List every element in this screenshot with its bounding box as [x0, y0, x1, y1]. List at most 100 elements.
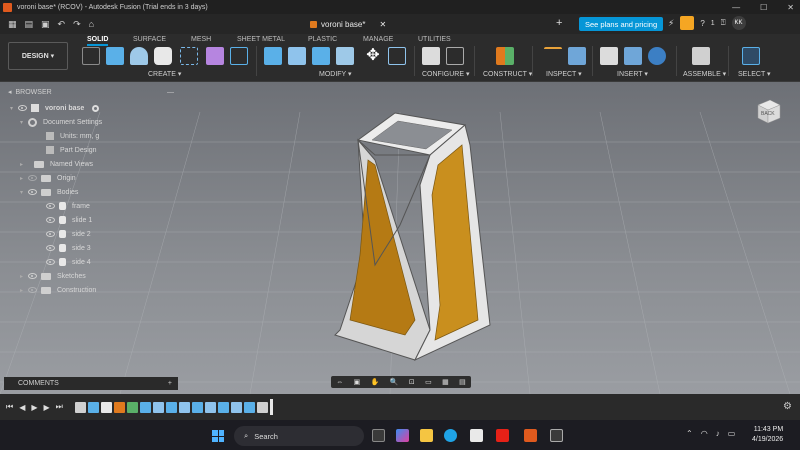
inspect-menu[interactable]: INSPECT ▾ — [546, 70, 582, 78]
configure-icon[interactable] — [422, 47, 440, 65]
close-button[interactable]: ✕ — [787, 3, 794, 12]
tree-item-root[interactable]: ▾ voroni base — [10, 102, 100, 114]
tab-plastic[interactable]: PLASTIC — [308, 36, 337, 43]
offset-plane-icon[interactable] — [496, 47, 514, 65]
tree-item-bodies[interactable]: ▾ Bodies — [20, 186, 78, 198]
timeline-feature-icon[interactable] — [191, 401, 203, 413]
revolve-icon[interactable] — [130, 47, 148, 65]
tree-item-construction[interactable]: ▸ Construction — [20, 284, 96, 296]
timeline-feature-icon[interactable] — [256, 401, 268, 413]
help-icon[interactable]: ? — [700, 19, 704, 28]
timeline-feature-icon[interactable] — [87, 401, 99, 413]
timeline-feature-icon[interactable] — [230, 401, 242, 413]
undo-icon[interactable]: ↶ — [58, 19, 66, 30]
taskbar-clock[interactable]: 11:43 PM 4/19/2026 — [752, 425, 783, 445]
insert-mcmaster-icon[interactable] — [648, 47, 666, 65]
minimize-button[interactable]: — — [732, 3, 740, 12]
timeline-marker[interactable] — [269, 399, 273, 415]
visibility-eye-icon[interactable] — [18, 105, 27, 111]
configure-menu[interactable]: CONFIGURE ▾ — [422, 70, 469, 78]
timeline-feature-icon[interactable] — [113, 401, 125, 413]
timeline-feature-icon[interactable] — [217, 401, 229, 413]
viewports-icon[interactable]: ▤ — [459, 378, 466, 386]
play-icon[interactable]: ▶ — [31, 403, 37, 412]
tab-surface[interactable]: SURFACE — [133, 36, 166, 43]
timeline-feature-icon[interactable] — [126, 401, 138, 413]
new-tab-button[interactable]: + — [556, 17, 562, 29]
browser-pin-icon[interactable]: — — [167, 89, 174, 96]
maximize-button[interactable]: ☐ — [760, 3, 767, 12]
close-tab-icon[interactable]: ✕ — [379, 20, 386, 29]
tab-solid[interactable]: SOLID — [87, 36, 109, 46]
expand-arrow-icon[interactable]: ▸ — [20, 161, 28, 168]
timeline-settings-icon[interactable]: ⚙ — [783, 401, 792, 412]
fit-icon[interactable]: ⊡ — [409, 378, 415, 386]
configure-table-icon[interactable] — [446, 47, 464, 65]
timeline-feature-icon[interactable] — [152, 401, 164, 413]
timeline-feature-icon[interactable] — [165, 401, 177, 413]
box-icon[interactable] — [154, 47, 172, 65]
timeline-feature-icon[interactable] — [139, 401, 151, 413]
job-status-icon[interactable] — [680, 16, 695, 30]
activate-radio-icon[interactable] — [92, 104, 100, 112]
insert-menu[interactable]: INSERT ▾ — [617, 70, 648, 78]
orbit-constrained-icon[interactable]: ⇔ — [336, 379, 343, 386]
fillet-icon[interactable] — [288, 47, 306, 65]
tree-item-named-views[interactable]: ▸ Named Views — [20, 158, 93, 170]
select-icon[interactable] — [742, 47, 760, 65]
look-at-icon[interactable]: ▣ — [354, 378, 361, 386]
construct-menu[interactable]: CONSTRUCT ▾ — [483, 70, 532, 78]
browser-collapse-icon[interactable]: ◂ — [8, 88, 12, 96]
collapse-arrow-icon[interactable]: ▾ — [20, 119, 28, 126]
user-avatar[interactable]: KK — [731, 16, 746, 30]
comments-panel[interactable]: COMMENTS + — [4, 377, 178, 390]
workspace-switcher-button[interactable]: DESIGN ▾ — [8, 42, 68, 70]
add-comment-icon[interactable]: + — [168, 380, 172, 387]
copilot-icon[interactable] — [396, 429, 409, 442]
tree-item-document-settings[interactable]: ▾ Document Settings — [20, 116, 102, 128]
timeline-feature-icon[interactable] — [74, 401, 86, 413]
visibility-eye-icon[interactable] — [28, 189, 37, 195]
expand-arrow-icon[interactable]: ▸ — [20, 273, 28, 280]
fusion-taskbar-icon[interactable] — [524, 429, 537, 442]
zoom-icon[interactable]: 🔍 — [390, 378, 399, 386]
tree-item-units[interactable]: Units: mm, g — [46, 130, 99, 142]
visibility-eye-icon[interactable] — [46, 245, 55, 251]
collapse-arrow-icon[interactable]: ▾ — [10, 105, 18, 112]
pan-icon[interactable]: ✋ — [371, 378, 380, 386]
align-icon[interactable] — [388, 47, 406, 65]
extensions-icon[interactable]: ⚡ — [668, 18, 674, 29]
tree-item-body[interactable]: frame — [46, 200, 90, 212]
timeline-feature-icon[interactable] — [178, 401, 190, 413]
home-icon[interactable]: ⌂ — [89, 19, 94, 29]
insert-derive-icon[interactable] — [600, 47, 618, 65]
create-sketch-icon[interactable] — [82, 47, 100, 65]
display-settings-icon[interactable]: ▭ — [425, 378, 432, 386]
tab-sheet-metal[interactable]: SHEET METAL — [237, 36, 285, 43]
visibility-eye-icon[interactable] — [46, 217, 55, 223]
expand-arrow-icon[interactable]: ▸ — [20, 175, 28, 182]
tree-item-part-design[interactable]: Part Design — [46, 144, 97, 156]
store-icon[interactable] — [470, 429, 483, 442]
document-tab[interactable]: voroni base* ✕ — [300, 16, 396, 33]
move-icon[interactable]: ✥ — [364, 47, 382, 65]
visibility-eye-icon[interactable] — [28, 273, 37, 279]
pattern-icon[interactable] — [180, 47, 198, 65]
measure-icon[interactable] — [544, 47, 562, 65]
timeline-feature-icon[interactable] — [243, 401, 255, 413]
create-menu[interactable]: CREATE ▾ — [148, 70, 181, 78]
go-to-end-icon[interactable]: ⏭ — [56, 402, 63, 412]
task-view-icon[interactable] — [372, 429, 385, 442]
data-panel-icon[interactable]: ▦ — [8, 19, 17, 30]
wifi-icon[interactable]: ◠ — [701, 429, 708, 438]
edge-icon[interactable] — [444, 429, 457, 442]
grid-settings-icon[interactable]: ▦ — [442, 378, 449, 386]
go-to-start-icon[interactable]: ⏮ — [6, 402, 13, 412]
press-pull-icon[interactable] — [264, 47, 282, 65]
file-explorer-icon[interactable] — [420, 429, 433, 442]
tab-utilities[interactable]: UTILITIES — [418, 36, 451, 43]
assemble-menu[interactable]: ASSEMBLE ▾ — [683, 70, 726, 78]
visibility-eye-icon[interactable] — [46, 203, 55, 209]
timeline-feature-icon[interactable] — [100, 401, 112, 413]
volume-icon[interactable]: ♪ — [716, 429, 720, 438]
